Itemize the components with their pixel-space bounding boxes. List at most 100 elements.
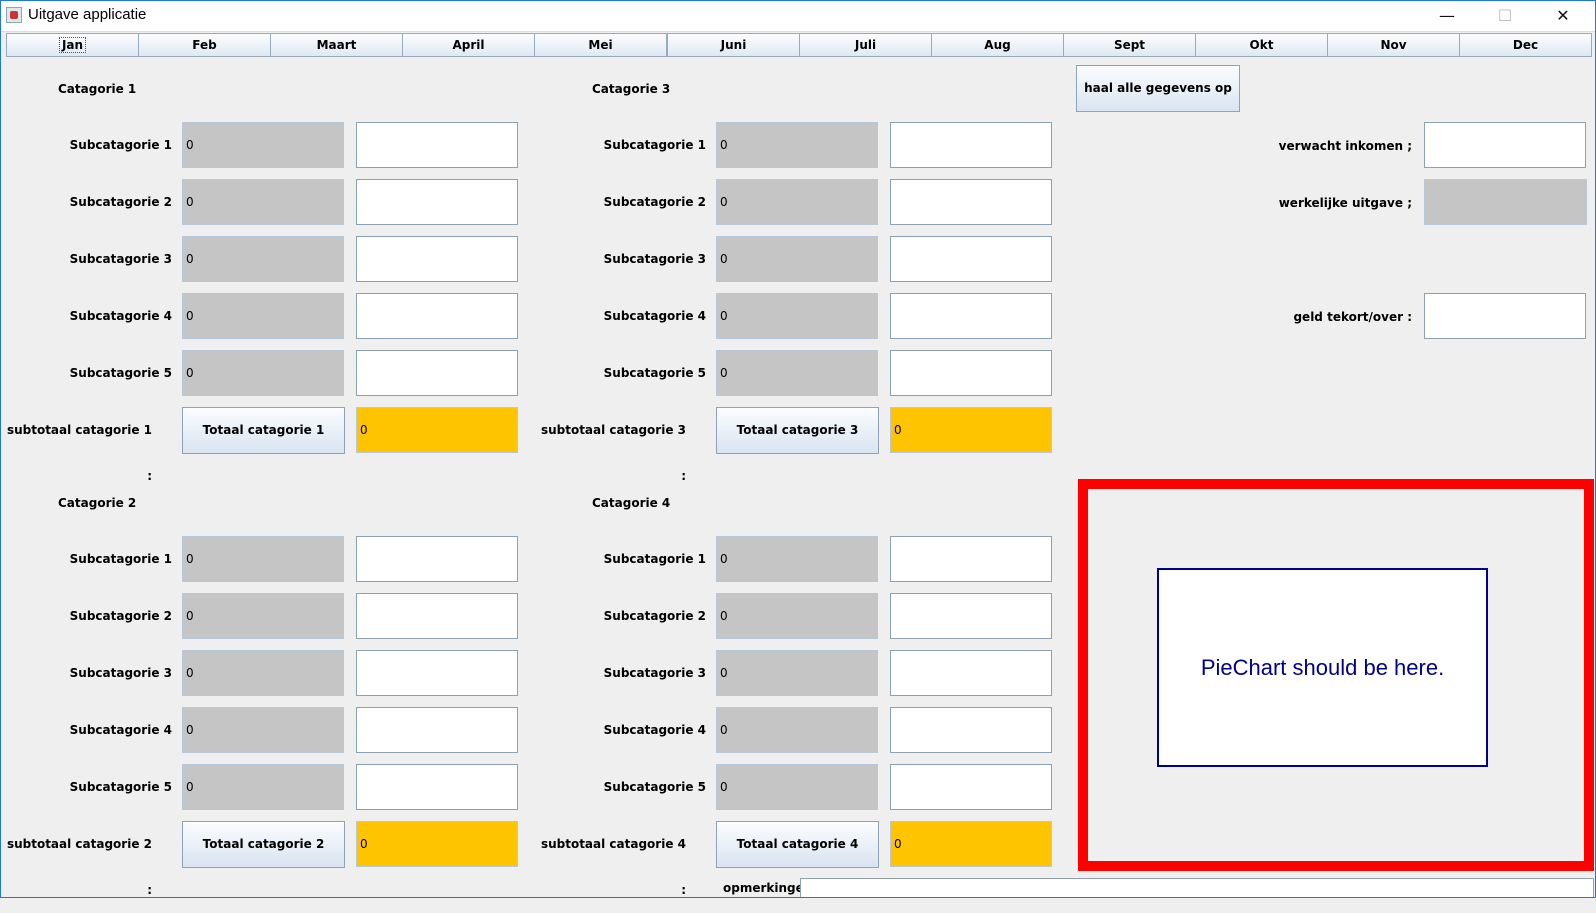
month-tab-okt[interactable]: Okt — [1195, 33, 1328, 57]
title-bar — [0, 0, 1596, 32]
subcategory-input[interactable] — [356, 650, 518, 696]
month-tab-label: Juli — [854, 38, 877, 52]
subcategory-value: 0 — [716, 293, 878, 339]
month-tab-jan[interactable]: Jan — [6, 33, 139, 57]
total-category-button[interactable]: Totaal catagorie 1 — [182, 407, 345, 454]
subcategory-input[interactable] — [890, 593, 1052, 639]
remarks-field[interactable] — [800, 878, 1594, 898]
subcategory-input[interactable] — [356, 593, 518, 639]
month-tab-feb[interactable]: Feb — [138, 33, 271, 57]
subtotal-label: subtotaal catagorie 3 : — [540, 423, 686, 483]
subcategory-value: 0 — [182, 707, 344, 753]
category-total-field: 0 — [356, 821, 518, 867]
subcategory-value: 0 — [716, 650, 878, 696]
month-tab-april[interactable]: April — [402, 33, 535, 57]
subcategory-label: Subcatagorie 3 — [69, 252, 172, 266]
subcategory-input[interactable] — [890, 122, 1052, 168]
month-tab-aug[interactable]: Aug — [931, 33, 1064, 57]
subcategory-label: Subcatagorie 3 — [69, 666, 172, 680]
subcategory-input[interactable] — [890, 536, 1052, 582]
subcategory-value: 0 — [182, 293, 344, 339]
month-tab-nov[interactable]: Nov — [1327, 33, 1460, 57]
fetch-all-data-button[interactable]: haal alle gegevens op — [1076, 65, 1240, 112]
month-tab-label: Mei — [588, 38, 613, 52]
subcategory-input[interactable] — [890, 293, 1052, 339]
shortage-surplus-field[interactable] — [1424, 293, 1586, 339]
subcategory-label: Subcatagorie 5 — [69, 780, 172, 794]
month-tab-juni[interactable]: Juni — [667, 33, 800, 57]
subcategory-label: Subcatagorie 1 — [603, 552, 706, 566]
subcategory-input[interactable] — [356, 350, 518, 396]
category-title: Catagorie 2 — [58, 496, 137, 510]
subcategory-label: Subcatagorie 4 — [69, 723, 172, 737]
subcategory-input[interactable] — [356, 293, 518, 339]
subcategory-input[interactable] — [890, 764, 1052, 810]
month-tab-label: Aug — [984, 38, 1011, 52]
month-tab-label: Juni — [720, 38, 747, 52]
subcategory-value: 0 — [182, 593, 344, 639]
month-tab-label: Jan — [58, 37, 87, 53]
subcategory-label: Subcatagorie 2 — [603, 609, 706, 623]
subcategory-label: Subcatagorie 1 — [69, 552, 172, 566]
subcategory-label: Subcatagorie 1 — [603, 138, 706, 152]
month-tab-label: Maart — [316, 38, 357, 52]
actual-expense-field — [1424, 179, 1587, 225]
shortage-surplus-label: geld tekort/over : — [1293, 310, 1412, 324]
month-tab-label: Sept — [1113, 38, 1146, 52]
subcategory-input[interactable] — [890, 650, 1052, 696]
subcategory-value: 0 — [182, 764, 344, 810]
subcategory-value: 0 — [716, 593, 878, 639]
subcategory-input[interactable] — [890, 350, 1052, 396]
close-icon[interactable]: ✕ — [1534, 0, 1592, 31]
subcategory-value: 0 — [182, 536, 344, 582]
subcategory-label: Subcatagorie 2 — [69, 609, 172, 623]
subcategory-label: Subcatagorie 2 — [603, 195, 706, 209]
subcategory-input[interactable] — [356, 707, 518, 753]
category-title: Catagorie 1 — [58, 82, 137, 96]
subcategory-value: 0 — [182, 350, 344, 396]
subtotal-label: subtotaal catagorie 2 : — [6, 837, 152, 897]
subcategory-label: Subcatagorie 1 — [69, 138, 172, 152]
subcategory-input[interactable] — [356, 536, 518, 582]
subcategory-label: Subcatagorie 4 — [603, 723, 706, 737]
month-tab-juli[interactable]: Juli — [799, 33, 932, 57]
subtotal-label: subtotaal catagorie 1 : — [6, 423, 152, 483]
expected-income-label: verwacht inkomen ; — [1278, 139, 1412, 153]
pie-chart-placeholder: PieChart should be here. — [1157, 568, 1488, 767]
subcategory-label: Subcatagorie 5 — [69, 366, 172, 380]
window-title: Uitgave applicatie — [28, 6, 147, 23]
subcategory-label: Subcatagorie 5 — [603, 366, 706, 380]
category-total-field: 0 — [890, 407, 1052, 453]
month-tab-mei[interactable]: Mei — [534, 33, 667, 57]
month-tab-label: Dec — [1512, 38, 1539, 52]
category-title: Catagorie 4 — [592, 496, 671, 510]
subcategory-label: Subcatagorie 3 — [603, 252, 706, 266]
month-tab-maart[interactable]: Maart — [270, 33, 403, 57]
month-tab-label: Okt — [1249, 38, 1274, 52]
expected-income-field[interactable] — [1424, 122, 1586, 168]
subcategory-input[interactable] — [356, 764, 518, 810]
subcategory-value: 0 — [182, 650, 344, 696]
total-category-button[interactable]: Totaal catagorie 3 — [716, 407, 879, 454]
subcategory-value: 0 — [716, 179, 878, 225]
month-tab-label: April — [452, 38, 485, 52]
total-category-button[interactable]: Totaal catagorie 2 — [182, 821, 345, 868]
month-tab-label: Feb — [192, 38, 217, 52]
maximize-icon[interactable]: ☐ — [1476, 0, 1534, 31]
subcategory-input[interactable] — [890, 707, 1052, 753]
total-category-button[interactable]: Totaal catagorie 4 — [716, 821, 879, 868]
category-title: Catagorie 3 — [592, 82, 671, 96]
minimize-icon[interactable]: — — [1418, 0, 1476, 31]
subcategory-input[interactable] — [356, 122, 518, 168]
subcategory-input[interactable] — [356, 236, 518, 282]
month-tab-sept[interactable]: Sept — [1063, 33, 1196, 57]
category-total-field: 0 — [356, 407, 518, 453]
subcategory-input[interactable] — [890, 179, 1052, 225]
subcategory-label: Subcatagorie 4 — [603, 309, 706, 323]
subcategory-input[interactable] — [890, 236, 1052, 282]
subcategory-value: 0 — [182, 122, 344, 168]
java-app-icon — [6, 7, 22, 23]
subcategory-input[interactable] — [356, 179, 518, 225]
actual-expense-label: werkelijke uitgave ; — [1278, 196, 1412, 210]
month-tab-dec[interactable]: Dec — [1459, 33, 1592, 57]
